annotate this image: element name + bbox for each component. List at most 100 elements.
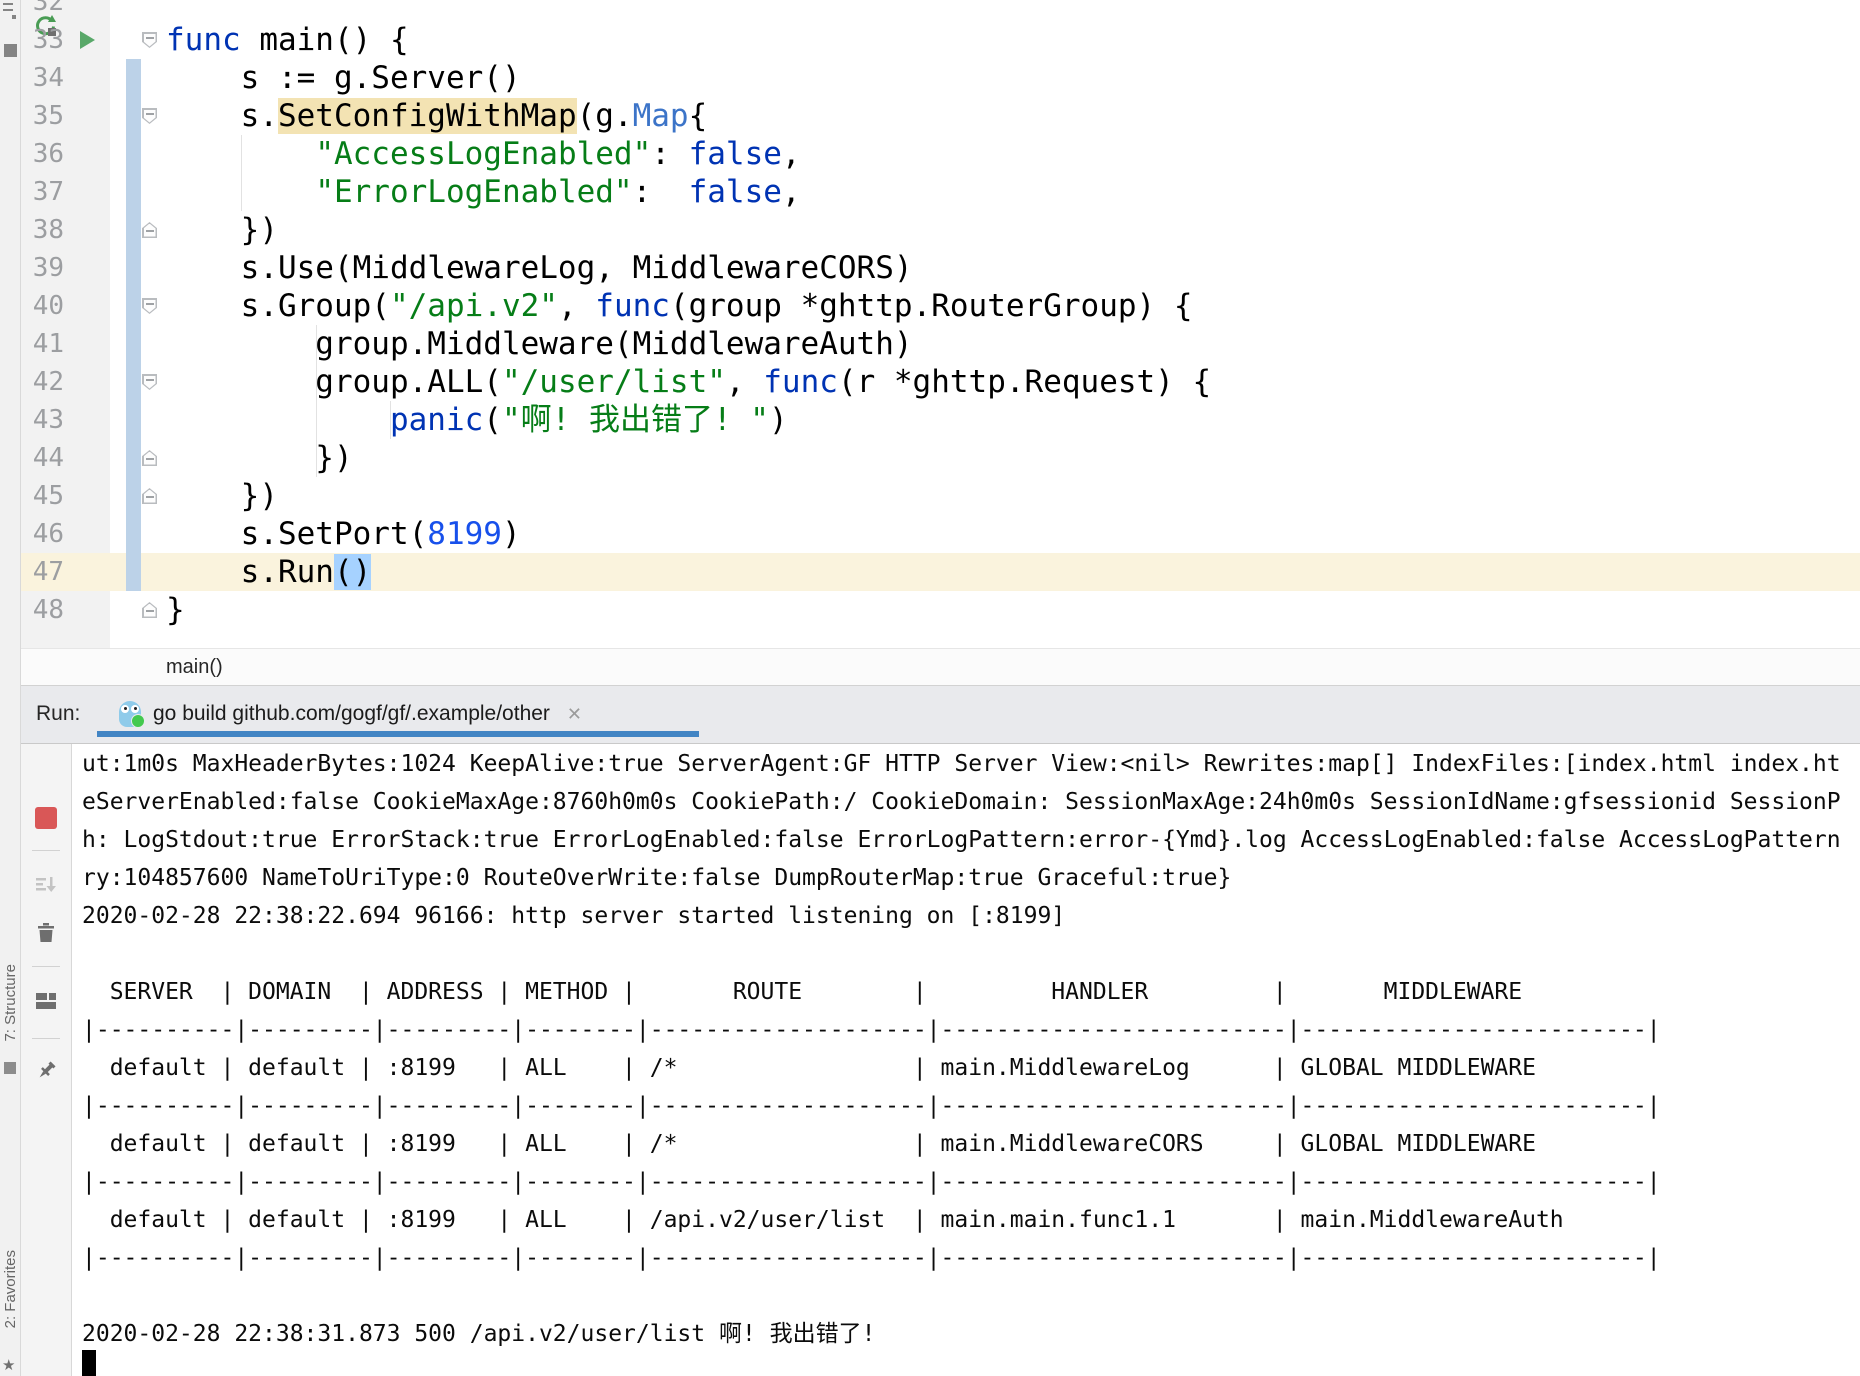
code-line[interactable]: s := g.Server() xyxy=(166,59,521,97)
clear-trash-icon[interactable] xyxy=(33,920,59,946)
close-icon[interactable]: ✕ xyxy=(567,704,582,725)
line-number: 38 xyxy=(20,211,64,249)
run-main-icon[interactable] xyxy=(80,31,95,49)
line-number: 34 xyxy=(20,59,64,97)
token-plain: , xyxy=(782,174,801,210)
toolbar-divider xyxy=(32,1038,60,1039)
code-line[interactable]: }) xyxy=(166,211,278,249)
code-line[interactable]: "ErrorLogEnabled": false, xyxy=(166,173,801,211)
editor-row: 36 "AccessLogEnabled": false, xyxy=(20,135,1860,173)
editor-row: 35 s.SetConfigWithMap(g.Map{ xyxy=(20,97,1860,135)
token-number: 8199 xyxy=(427,516,502,552)
editor-row: 37 "ErrorLogEnabled": false, xyxy=(20,173,1860,211)
sidebar-item-structure[interactable]: 7: Structure xyxy=(0,945,20,1060)
active-tab-underline xyxy=(97,731,699,737)
line-number: 46 xyxy=(20,515,64,553)
token-string: "啊! 我出错了! " xyxy=(502,402,769,438)
scroll-to-end-icon[interactable] xyxy=(33,872,59,898)
editor-row: 38 }) xyxy=(20,211,1860,249)
line-number: 47 xyxy=(20,553,64,591)
token-plain: s. xyxy=(166,98,278,134)
pin-tab-icon[interactable] xyxy=(33,1058,59,1084)
token-plain: s.Use(MiddlewareLog, MiddlewareCORS) xyxy=(166,250,913,286)
token-plain: }) xyxy=(166,478,278,514)
editor-row: 45 }) xyxy=(20,477,1860,515)
code-line[interactable]: s.Use(MiddlewareLog, MiddlewareCORS) xyxy=(166,249,913,287)
token-keyword: func xyxy=(763,364,838,400)
line-number: 40 xyxy=(20,287,64,325)
code-line[interactable]: }) xyxy=(166,439,353,477)
console-line: ut:1m0s MaxHeaderBytes:1024 KeepAlive:tr… xyxy=(82,745,1841,783)
console-line: 2020-02-28 22:38:31.873 500 /api.v2/user… xyxy=(82,1315,876,1353)
line-number: 33 xyxy=(20,21,64,59)
fold-marker-icon[interactable] xyxy=(142,488,157,504)
console-line: h: LogStdout:true ErrorStack:true ErrorL… xyxy=(82,821,1841,859)
router-table-line: |----------|---------|---------|--------… xyxy=(82,1011,1661,1049)
favorites-label: 2: Favorites xyxy=(2,1250,19,1328)
code-line[interactable]: }) xyxy=(166,477,278,515)
token-plain: : xyxy=(633,174,689,210)
editor-row: 32 xyxy=(20,0,1860,21)
token-string: "/api.v2" xyxy=(390,288,558,324)
token-selected: () xyxy=(334,554,371,590)
token-keyword: panic xyxy=(390,402,483,438)
line-number: 37 xyxy=(20,173,64,211)
code-line[interactable]: s.SetConfigWithMap(g.Map{ xyxy=(166,97,707,135)
fold-marker-icon[interactable] xyxy=(142,450,157,466)
fold-marker-icon[interactable] xyxy=(142,298,157,314)
token-plain: , xyxy=(726,364,763,400)
fold-marker-icon[interactable] xyxy=(142,108,157,124)
run-panel-title: Run: xyxy=(36,686,80,742)
token-plain: ) xyxy=(769,402,788,438)
token-plain: : xyxy=(651,136,688,172)
token-plain: main() { xyxy=(241,22,409,58)
router-table-line: |----------|---------|---------|--------… xyxy=(82,1087,1661,1125)
token-type: Map xyxy=(633,98,689,134)
console-line: 2020-02-28 22:38:22.694 96166: http serv… xyxy=(82,897,1065,935)
go-gopher-run-icon xyxy=(118,701,144,727)
code-line[interactable]: "AccessLogEnabled": false, xyxy=(166,135,801,173)
code-line[interactable]: } xyxy=(166,591,185,629)
line-number: 44 xyxy=(20,439,64,477)
fold-marker-icon[interactable] xyxy=(142,32,157,48)
star-icon: ★ xyxy=(2,1356,15,1374)
line-number: 36 xyxy=(20,135,64,173)
token-plain: }) xyxy=(166,440,353,476)
fold-marker-icon[interactable] xyxy=(142,602,157,618)
token-plain: ) xyxy=(502,516,521,552)
code-line[interactable]: s.Run() xyxy=(166,553,371,591)
token-plain: , xyxy=(782,136,801,172)
console-output[interactable]: ut:1m0s MaxHeaderBytes:1024 KeepAlive:tr… xyxy=(73,744,1860,1376)
token-plain: group.ALL( xyxy=(166,364,502,400)
code-line[interactable]: s.Group("/api.v2", func(group *ghttp.Rou… xyxy=(166,287,1193,325)
code-line[interactable]: group.ALL("/user/list", func(r *ghttp.Re… xyxy=(166,363,1211,401)
code-editor[interactable]: 3233 func main() { 34 s := g.Server()35 s.… xyxy=(20,0,1860,648)
router-table-line: default | default | :8199 | ALL | /api.v… xyxy=(82,1201,1564,1239)
restore-layout-icon[interactable] xyxy=(33,988,59,1014)
console-caret xyxy=(82,1350,96,1376)
token-plain: ( xyxy=(483,402,502,438)
breadcrumb-item-main[interactable]: main() xyxy=(166,649,223,685)
code-line[interactable]: panic("啊! 我出错了! ") xyxy=(166,401,788,439)
fold-marker-icon[interactable] xyxy=(142,222,157,238)
token-string: "/user/list" xyxy=(502,364,726,400)
router-table-line: default | default | :8199 | ALL | /* | m… xyxy=(82,1049,1536,1087)
code-line[interactable]: group.Middleware(MiddlewareAuth) xyxy=(166,325,913,363)
router-table-line: |----------|---------|---------|--------… xyxy=(82,1163,1661,1201)
tool-window-stripe: 7: Structure 2: Favorites ★ xyxy=(0,0,21,1376)
token-plain: s.Run xyxy=(166,554,334,590)
token-string: "ErrorLogEnabled" xyxy=(315,174,632,210)
line-number: 32 xyxy=(20,0,64,21)
editor-row: 46 s.SetPort(8199) xyxy=(20,515,1860,553)
structure-icon xyxy=(4,1062,16,1074)
line-number: 39 xyxy=(20,249,64,287)
token-plain: group.Middleware(MiddlewareAuth) xyxy=(166,326,913,362)
stop-icon[interactable] xyxy=(35,807,57,829)
code-line[interactable]: func main() { xyxy=(166,21,409,59)
fold-marker-icon[interactable] xyxy=(142,374,157,390)
code-line[interactable]: s.SetPort(8199) xyxy=(166,515,521,553)
editor-row: 40 s.Group("/api.v2", func(group *ghttp.… xyxy=(20,287,1860,325)
run-panel-header: Run: go build github.com/gogf/gf/.exampl… xyxy=(20,686,1860,744)
editor-row: 39 s.Use(MiddlewareLog, MiddlewareCORS) xyxy=(20,249,1860,287)
sidebar-item-favorites[interactable]: 2: Favorites xyxy=(0,1222,20,1357)
